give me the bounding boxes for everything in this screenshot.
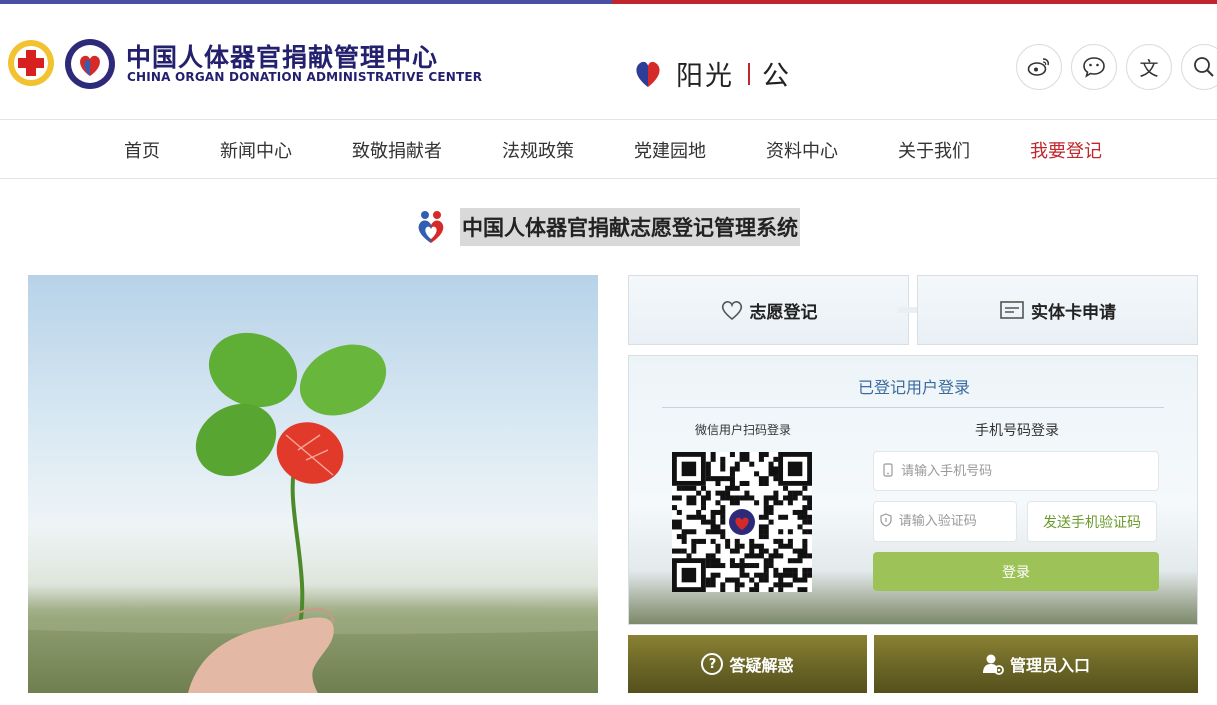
faq-button[interactable]: ? 答疑解惑 [628,635,867,693]
question-icon: ? [701,653,724,675]
shield-icon [874,513,899,530]
login-divider [662,407,1164,408]
search-icon[interactable] [1181,44,1217,90]
red-cross-logo-icon [8,40,54,86]
phone-icon [874,462,901,480]
nav-item-about[interactable]: 关于我们 [898,137,970,163]
admin-label: 管理员入口 [1009,656,1090,675]
faq-label: 答疑解惑 [729,656,794,675]
language-icon[interactable]: 文 [1126,44,1172,90]
weibo-icon[interactable] [1016,44,1062,90]
tab-card-label: 实体卡申请 [1031,302,1116,323]
wechat-qr-code[interactable] [672,452,812,592]
nav-item-policy[interactable]: 法规政策 [502,137,574,163]
tab-card-apply[interactable]: 实体卡申请 [917,275,1198,345]
system-title: 中国人体器官捐献志愿登记管理系统 [414,208,800,246]
system-logo-icon [418,211,444,243]
org-name-en: CHINA ORGAN DONATION ADMINISTRATIVE CENT… [127,70,483,84]
site-header: 中国人体器官捐献管理中心 CHINA ORGAN DONATION ADMINI… [0,4,1217,120]
nav-item-home[interactable]: 首页 [124,137,160,163]
phone-login-label: 手机号码登录 [975,423,1059,439]
nav-item-resources[interactable]: 资料中心 [766,137,838,163]
org-name-cn: 中国人体器官捐献管理中心 [126,43,439,72]
language-glyph: 文 [1139,57,1159,80]
qr-login-label: 微信用户扫码登录 [695,423,792,437]
tab-volunteer-label: 志愿登记 [749,302,818,323]
wechat-icon[interactable] [1071,44,1117,90]
phone-field[interactable] [873,451,1159,491]
hero-clover-image [28,275,598,693]
admin-user-icon [982,654,1004,675]
nav-item-register[interactable]: 我要登记 [1030,137,1102,163]
system-title-text: 中国人体器官捐献志愿登记管理系统 [460,208,800,246]
nav-item-party[interactable]: 党建园地 [634,137,706,163]
send-code-button[interactable]: 发送手机验证码 [1027,501,1157,542]
login-button[interactable]: 登录 [873,552,1159,591]
slogan-separator [748,62,750,85]
main-nav: 首页 新闻中心 致敬捐献者 法规政策 党建园地 资料中心 关于我们 我要登记 [0,120,1217,179]
donation-emblem-logo-icon [65,39,115,89]
header-icon-group: 文 [1016,44,1217,90]
phone-input[interactable] [901,463,1158,479]
heart-icon [636,61,660,87]
login-panel: 已登记用户登录 微信用户扫码登录 手机号码登录 发送手机验证码 登录 [628,355,1198,625]
card-icon [1000,301,1024,319]
heart-outline-icon [721,301,742,321]
nav-item-tribute[interactable]: 致敬捐献者 [352,137,442,163]
code-input[interactable] [898,514,1016,529]
slogan-text: 阳光 [676,61,734,92]
admin-entry-button[interactable]: 管理员入口 [874,635,1198,693]
tab-volunteer-register[interactable]: 志愿登记 [628,275,909,345]
login-title: 已登记用户登录 [857,378,970,397]
code-field[interactable] [873,501,1017,542]
slogan-text-2: 公 [762,61,789,92]
nav-item-news[interactable]: 新闻中心 [220,137,292,163]
slogan-banner: 阳光 公 [632,54,789,93]
register-tabs: 志愿登记 实体卡申请 [628,275,1198,345]
